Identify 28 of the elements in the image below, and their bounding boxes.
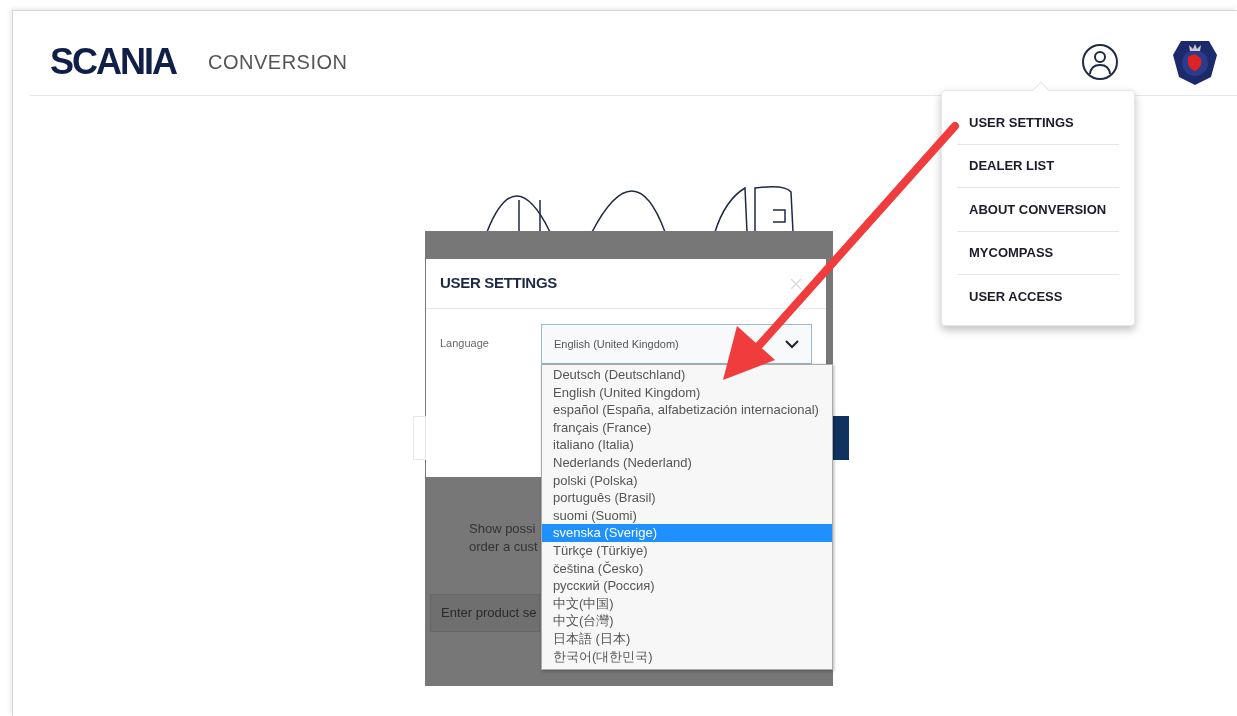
menu-item[interactable]: ABOUT CONVERSION [957, 188, 1119, 232]
language-option[interactable]: čeština (Česko) [542, 559, 832, 578]
chevron-down-icon [785, 339, 799, 349]
language-option[interactable]: português (Brasil) [542, 489, 832, 507]
dialog-title: USER SETTINGS [440, 273, 557, 294]
menu-item[interactable]: USER ACCESS [957, 275, 1119, 319]
language-option[interactable]: polski (Polska) [542, 471, 832, 490]
language-option[interactable]: 日本語 (日本) [542, 629, 832, 648]
language-option[interactable]: italiano (Italia) [542, 436, 832, 454]
language-option[interactable]: français (France) [542, 418, 832, 437]
user-icon[interactable] [1081, 42, 1119, 81]
language-option[interactable]: 中文(台灣) [542, 612, 832, 630]
language-option[interactable]: 中文(中国) [542, 594, 832, 613]
language-label: Language [440, 336, 490, 351]
language-option[interactable]: English (United Kingdom) [542, 383, 832, 402]
language-option[interactable]: Deutsch (Deutschland) [542, 366, 832, 384]
language-option[interactable]: español (España, alfabetización internacional) [542, 401, 832, 419]
language-option[interactable]: suomi (Suomi) [542, 506, 832, 525]
menu-item[interactable]: DEALER LIST [957, 144, 1119, 188]
app-title: CONVERSION [208, 49, 348, 75]
description-text: Show possi order a cust [469, 520, 538, 556]
language-option[interactable]: русский (Россия) [542, 577, 832, 595]
language-option[interactable]: Nederlands (Nederland) [542, 453, 832, 472]
menu-item[interactable]: USER SETTINGS [957, 101, 1119, 145]
language-option[interactable]: 한국어(대한민국) [542, 647, 832, 666]
menu-item[interactable]: MYCOMPASS [957, 231, 1119, 275]
scania-logo[interactable]: SCANIA [50, 43, 176, 80]
language-option[interactable]: Türkçe (Türkiye) [542, 541, 832, 560]
